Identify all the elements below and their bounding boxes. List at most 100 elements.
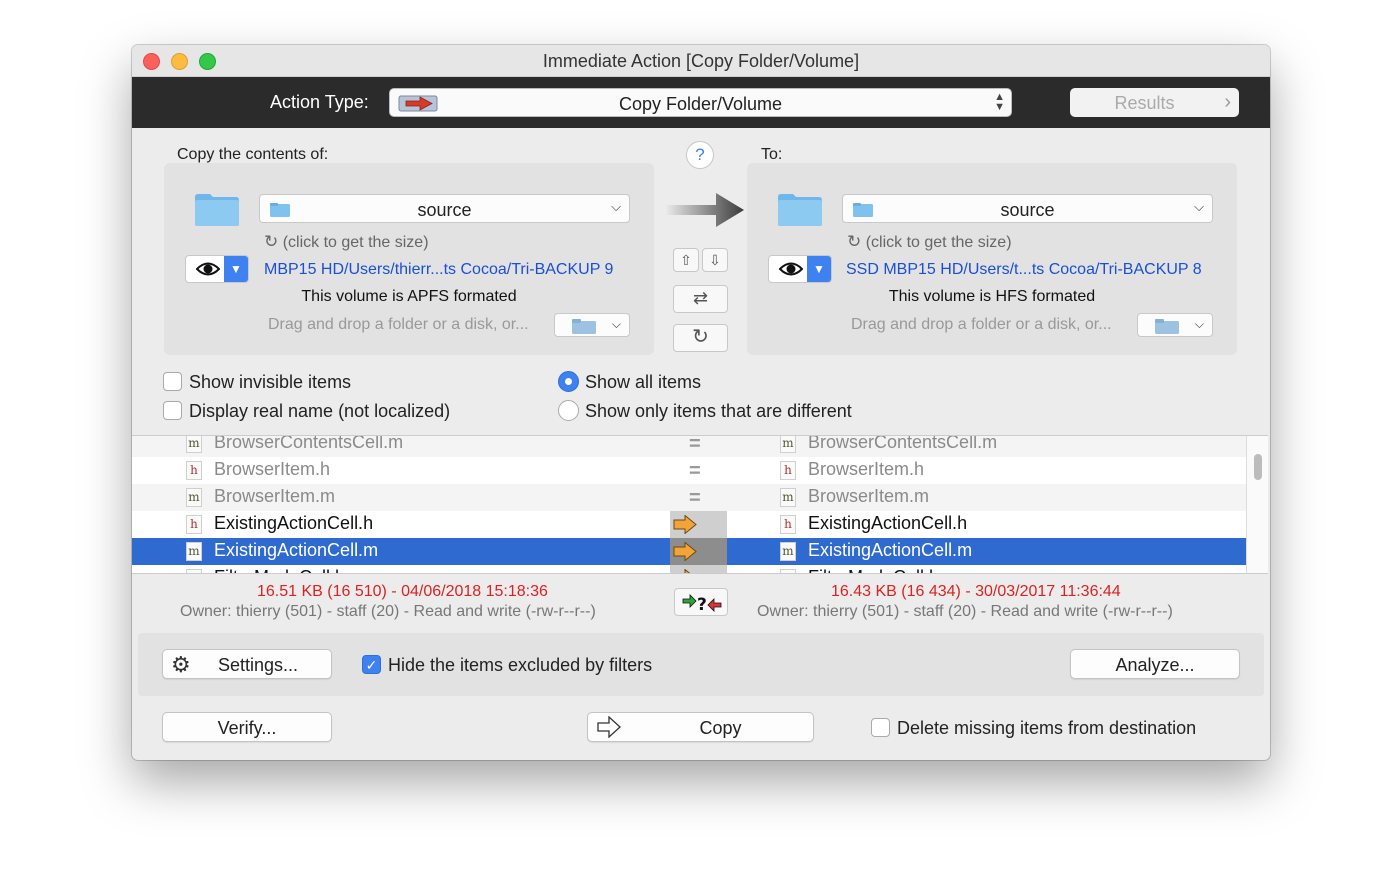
show-invisible-checkbox[interactable] [163,372,182,391]
app-window: Immediate Action [Copy Folder/Volume] Ac… [132,45,1270,760]
action-type-value: Copy Folder/Volume [618,94,783,114]
folder-icon [195,194,239,226]
analyze-button[interactable]: Analyze... [1070,649,1240,679]
refresh-icon: ↻ [264,232,279,251]
verify-label: Verify... [217,718,277,738]
source-size-hint[interactable]: ↻ (click to get the size) [264,232,429,252]
window-title: Immediate Action [Copy Folder/Volume] [542,51,860,71]
source-file-name: FilterModeCell.h [214,567,345,573]
destination-choose-folder-menu[interactable]: ⌵ [1137,313,1213,337]
source-size-date: 16.51 KB (16 510) - 04/06/2018 15:18:36 [257,583,548,600]
sync-status-cell[interactable] [670,565,727,573]
show-all-radio[interactable] [558,371,579,392]
source-choose-folder-menu[interactable]: ⌵ [554,313,630,337]
swap-button[interactable]: ⇄ [673,285,728,313]
chevron-down-icon: ⌵ [1194,199,1204,214]
title-bar[interactable]: Immediate Action [Copy Folder/Volume] [132,45,1270,77]
destination-drag-hint: Drag and drop a folder or a disk, or... [851,316,1112,333]
move-down-button[interactable]: ⇩ [702,248,728,272]
source-path-link[interactable]: MBP15 HD/Users/thierr...ts Cocoa/Tri-BAC… [264,261,613,279]
destination-size-label: (click to get the size) [865,234,1012,251]
sync-status-cell[interactable]: = [670,435,727,457]
eye-icon [779,262,803,276]
table-row[interactable]: h FilterModeCell.h h FilterModeCell.h [132,565,1246,573]
table-row[interactable]: h ExistingActionCell.h h ExistingActionCell… [132,511,1246,538]
destination-file-icon: h [780,569,796,573]
destination-panel[interactable]: source ⌵ ↻ (click to get the size) ▼ SSD… [747,163,1237,355]
folder-icon [778,194,822,226]
source-size-label: (click to get the size) [282,234,429,251]
hide-excluded-label[interactable]: Hide the items excluded by filters [388,655,652,676]
delete-missing-checkbox[interactable] [871,718,890,737]
destination-size-date: 16.43 KB (16 434) - 30/03/2017 11:36:44 [831,583,1121,600]
compare-button[interactable]: ? [674,588,728,616]
scrollbar-thumb[interactable] [1254,454,1262,480]
chevron-down-icon: ⌵ [1194,317,1204,331]
settings-button[interactable]: ⚙ Settings... [162,649,332,679]
hide-excluded-checkbox[interactable]: ✓ [362,655,381,674]
show-invisible-label[interactable]: Show invisible items [189,372,351,393]
destination-size-hint[interactable]: ↻ (click to get the size) [847,232,1012,252]
table-row[interactable]: h BrowserItem.h = h BrowserItem.h [132,457,1246,484]
results-label: Results [1114,93,1175,113]
table-row[interactable]: m ExistingActionCell.m m ExistingActionCell… [132,538,1246,565]
arrow-down-icon: ⇩ [709,252,721,268]
destination-file-icon: m [780,436,796,453]
destination-file-icon: m [780,488,796,507]
destination-owner: Owner: thierry (501) - staff (20) - Read… [757,603,1173,620]
arrow-right-icon [666,193,744,227]
destination-path-link[interactable]: SSD MBP15 HD/Users/t...ts Cocoa/Tri-BACK… [846,261,1202,279]
source-header: Copy the contents of: [177,146,329,163]
refresh-button[interactable]: ↻ [673,324,728,352]
list-scrollbar[interactable] [1246,436,1268,573]
destination-file-name: BrowserContentsCell.m [808,435,998,452]
source-panel[interactable]: source ⌵ ↻ (click to get the size) ▼ MBP… [164,163,654,355]
source-reveal-button[interactable]: ▼ [185,255,249,283]
sync-status-cell[interactable]: = [670,484,727,511]
help-button[interactable]: ? [686,141,714,169]
chevron-down-icon: ⌵ [611,317,621,331]
source-file-name: BrowserItem.m [214,486,336,506]
source-file-name: BrowserItem.h [214,459,331,479]
arrow-up-icon: ⇧ [680,252,692,268]
file-comparison-list[interactable]: m BrowserContentsCell.m = m BrowserContentsC… [132,435,1268,574]
destination-file-name: BrowserItem.h [808,459,925,479]
destination-file-icon: h [780,515,796,534]
sync-status-cell[interactable]: = [670,457,727,484]
destination-reveal-button[interactable]: ▼ [768,255,832,283]
equal-icon: = [689,435,701,455]
chevron-down-icon: ▼ [807,256,831,282]
chevron-down-icon: ⌵ [611,199,621,214]
svg-text:?: ? [697,595,707,615]
show-all-label[interactable]: Show all items [585,372,701,393]
copy-label: Copy [699,718,742,738]
copy-arrow-icon [684,569,691,573]
chevron-right-icon: › [1224,91,1231,113]
display-real-name-label[interactable]: Display real name (not localized) [189,401,450,422]
move-up-button[interactable]: ⇧ [673,248,699,272]
results-button[interactable]: Results › [1070,88,1239,117]
display-real-name-checkbox[interactable] [163,401,182,420]
chevron-down-icon: ▼ [224,256,248,282]
sync-status-cell[interactable] [670,538,727,565]
source-folder-select[interactable]: source ⌵ [259,194,630,223]
show-different-radio[interactable] [558,400,579,421]
copy-button[interactable]: Copy [587,712,814,742]
table-row[interactable]: m BrowserContentsCell.m = m BrowserContentsC… [132,435,1246,457]
action-type-select[interactable]: Copy Folder/Volume ▲ ▼ [389,88,1012,117]
analyze-label: Analyze... [1115,655,1195,675]
source-format: This volume is APFS formated [301,288,517,305]
verify-button[interactable]: Verify... [162,712,332,742]
source-drag-hint: Drag and drop a folder or a disk, or... [268,316,529,333]
table-row[interactable]: m BrowserItem.m = m BrowserItem.m [132,484,1246,511]
source-folder-name: source [417,200,472,220]
action-type-label: Action Type: [270,92,369,112]
source-file-icon: h [186,569,202,573]
show-different-label[interactable]: Show only items that are different [585,401,852,422]
sync-status-cell[interactable] [670,511,727,538]
source-file-name: BrowserContentsCell.m [214,435,404,452]
gear-icon: ⚙ [171,652,191,677]
destination-folder-select[interactable]: source ⌵ [842,194,1213,223]
delete-missing-label[interactable]: Delete missing items from destination [897,718,1196,739]
source-file-icon: m [186,542,202,561]
